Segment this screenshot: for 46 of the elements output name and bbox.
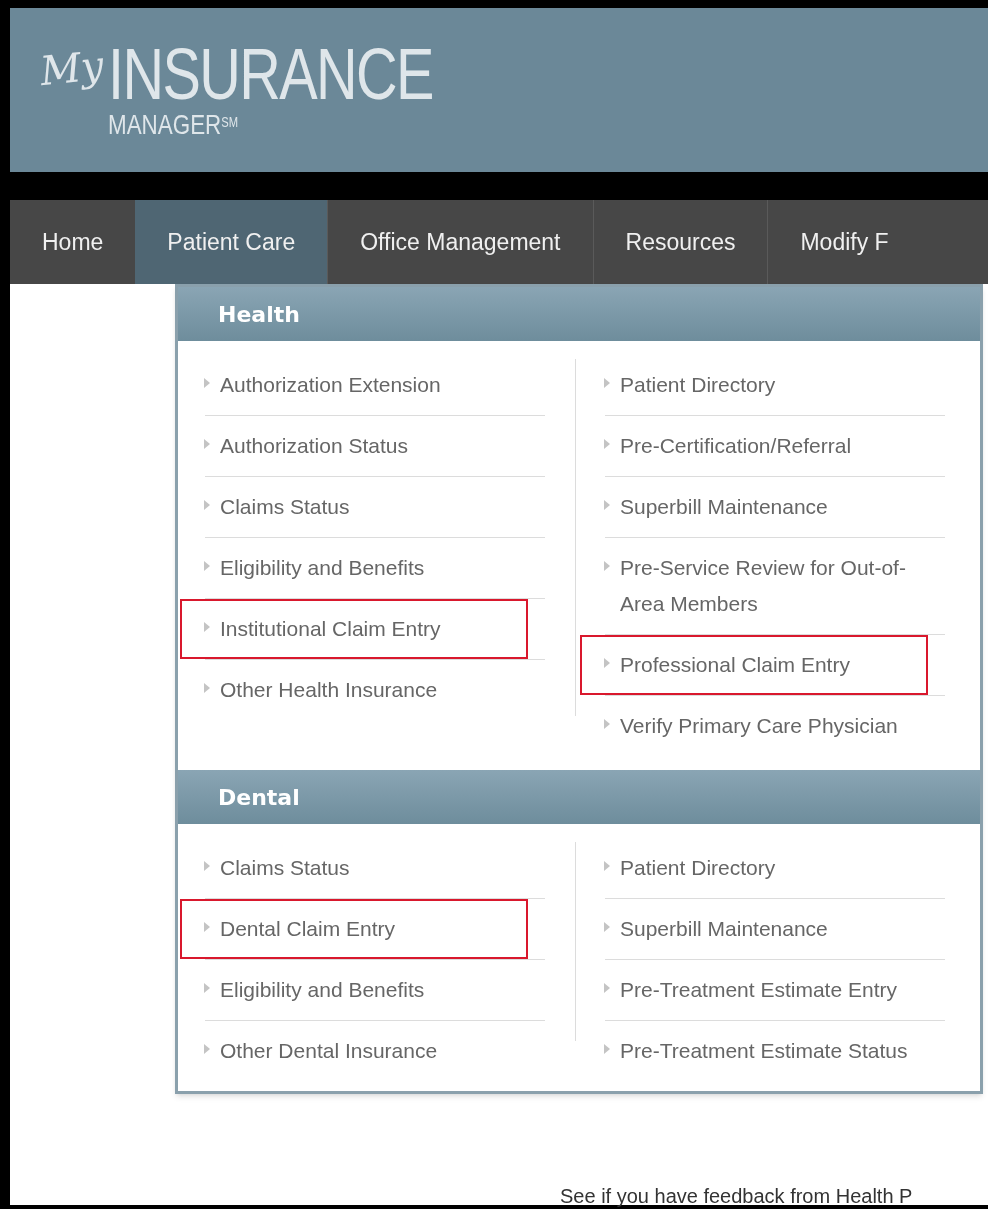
menu-item[interactable]: Pre-Treatment Estimate Entry xyxy=(580,960,928,1020)
nav-tab[interactable]: Home xyxy=(10,200,136,284)
caret-icon xyxy=(604,1044,610,1054)
menu-item[interactable]: Pre-Certification/Referral xyxy=(580,416,928,476)
menu-item[interactable]: Authorization Extension xyxy=(180,355,528,415)
caret-icon xyxy=(604,658,610,668)
menu-item[interactable]: Eligibility and Benefits xyxy=(180,960,528,1020)
menu-item[interactable]: Other Health Insurance xyxy=(180,660,528,720)
logo: My INSURANCE MANAGER$^{SM}$ xyxy=(40,38,434,140)
caret-icon xyxy=(604,719,610,729)
menu-item[interactable]: Pre-Treatment Estimate Status xyxy=(580,1021,928,1081)
section-header: Dental xyxy=(178,770,980,824)
menu-item[interactable]: Claims Status xyxy=(180,477,528,537)
menu-item[interactable]: Dental Claim Entry xyxy=(180,899,528,959)
caret-icon xyxy=(604,922,610,932)
caret-icon xyxy=(204,561,210,571)
page-text: See if you have feedback from Health P xyxy=(560,1187,913,1205)
caret-icon xyxy=(204,683,210,693)
menu-item[interactable]: Pre-Service Review for Out-of-Area Members xyxy=(580,538,928,634)
menu-item[interactable]: Eligibility and Benefits xyxy=(180,538,528,598)
caret-icon xyxy=(204,500,210,510)
caret-icon xyxy=(604,983,610,993)
caret-icon xyxy=(204,439,210,449)
caret-icon xyxy=(604,861,610,871)
menu-item[interactable]: Other Dental Insurance xyxy=(180,1021,528,1081)
caret-icon xyxy=(604,378,610,388)
caret-icon xyxy=(204,922,210,932)
caret-icon xyxy=(204,1044,210,1054)
menu-item[interactable]: Patient Directory xyxy=(580,838,928,898)
menu-item[interactable]: Claims Status xyxy=(180,838,528,898)
menu-item[interactable]: Institutional Claim Entry xyxy=(180,599,528,659)
menu-item[interactable]: Superbill Maintenance xyxy=(580,899,928,959)
menu-item[interactable]: Superbill Maintenance xyxy=(580,477,928,537)
caret-icon xyxy=(604,439,610,449)
caret-icon xyxy=(204,983,210,993)
menu-item[interactable]: Authorization Status xyxy=(180,416,528,476)
section-header: Health xyxy=(178,287,980,341)
menu-item[interactable]: Patient Directory xyxy=(580,355,928,415)
menu-item[interactable]: Verify Primary Care Physician xyxy=(580,696,928,756)
caret-icon xyxy=(204,622,210,632)
menu-item[interactable]: Professional Claim Entry xyxy=(580,635,928,695)
caret-icon xyxy=(604,500,610,510)
nav-tab[interactable]: Patient Care xyxy=(135,200,328,284)
caret-icon xyxy=(604,561,610,571)
caret-icon xyxy=(204,861,210,871)
caret-icon xyxy=(204,378,210,388)
